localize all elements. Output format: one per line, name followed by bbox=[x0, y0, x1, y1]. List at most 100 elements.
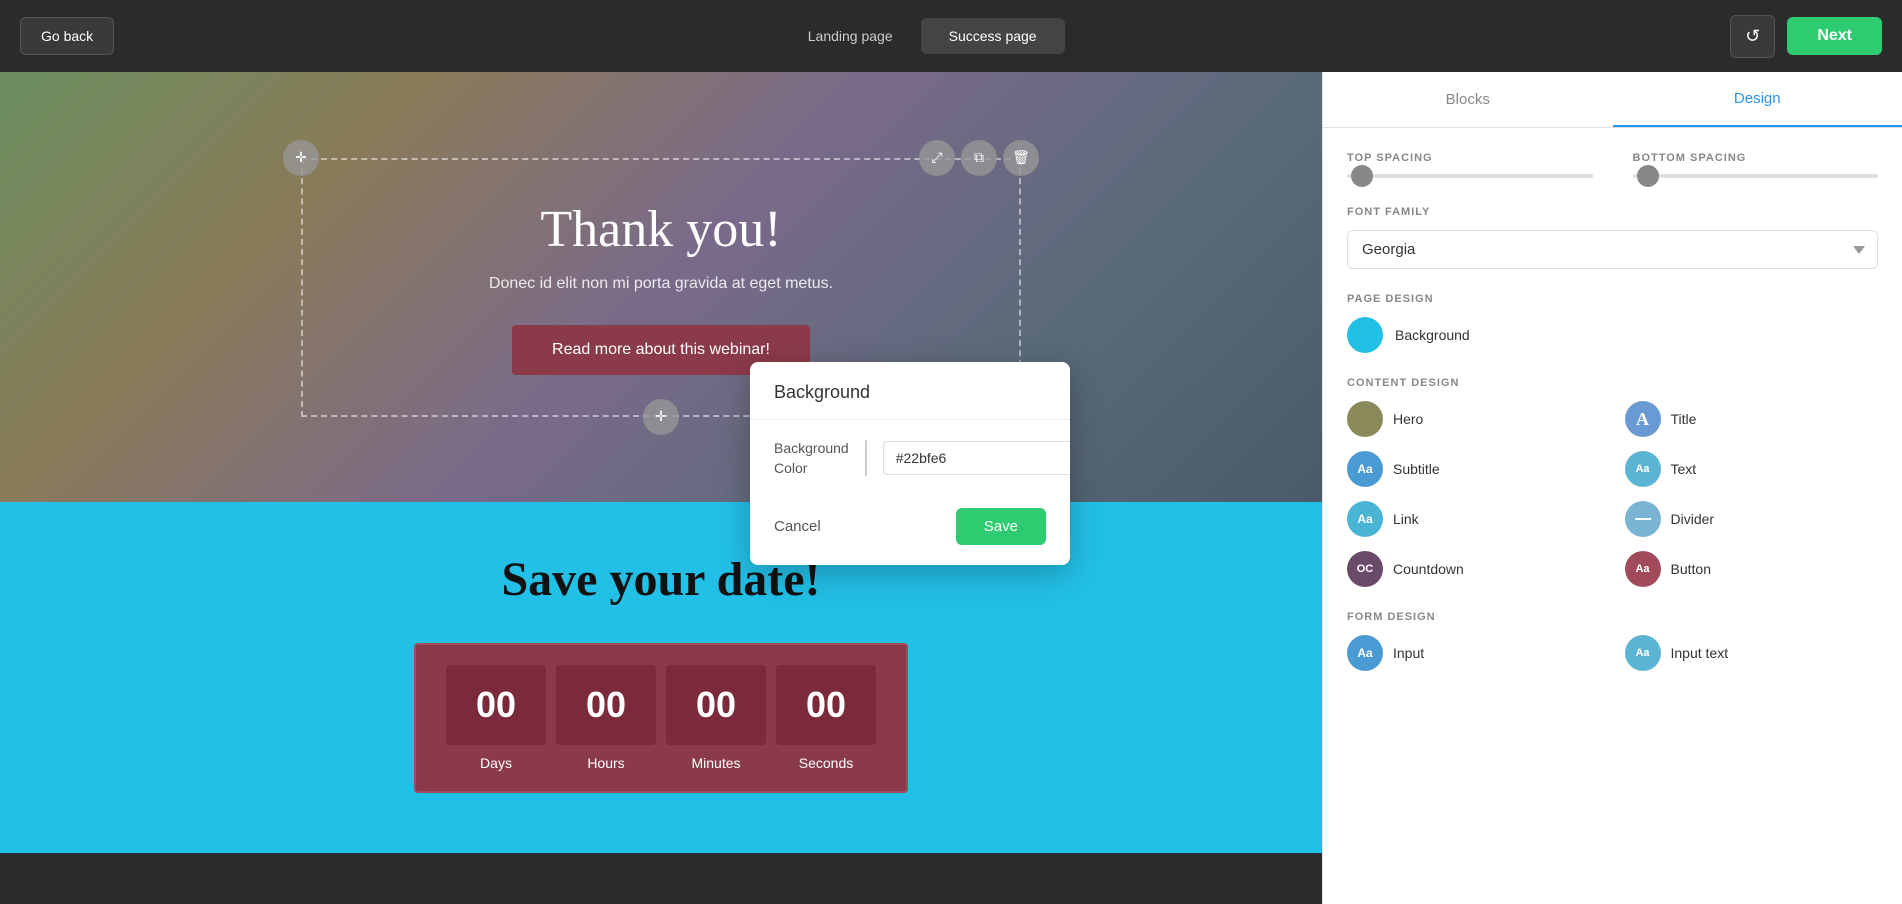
text-design-avatar: Aa bbox=[1625, 451, 1661, 487]
next-button[interactable]: Next bbox=[1787, 17, 1882, 55]
content-design-grid: Hero A Title Aa Subtitle Aa Text Aa Link bbox=[1347, 401, 1878, 587]
form-design-section-label: FORM DESIGN bbox=[1347, 611, 1878, 623]
countdown-days-label: Days bbox=[480, 755, 512, 771]
countdown-section: Save your date! 00 Days 00 Hours 00 Minu… bbox=[0, 502, 1322, 853]
move-block-button[interactable]: ✛ bbox=[283, 140, 319, 176]
design-item-divider[interactable]: Divider bbox=[1625, 501, 1879, 537]
top-spacing-label: TOP SPACING bbox=[1347, 152, 1593, 164]
add-block-bottom-button[interactable]: ✛ bbox=[643, 399, 679, 435]
background-popup: Background Background Color Cancel Save bbox=[750, 362, 1070, 565]
success-page-tab[interactable]: Success page bbox=[921, 18, 1065, 54]
hero-title: Thank you! bbox=[363, 200, 959, 259]
design-item-subtitle[interactable]: Aa Subtitle bbox=[1347, 451, 1601, 487]
design-item-hero[interactable]: Hero bbox=[1347, 401, 1601, 437]
design-item-link[interactable]: Aa Link bbox=[1347, 501, 1601, 537]
canvas-area[interactable]: ✛ ⤢ ⧉ 🗑 ✛ Thank you! Donec id elit non m… bbox=[0, 72, 1322, 904]
bg-cancel-button[interactable]: Cancel bbox=[774, 518, 821, 535]
tab-design[interactable]: Design bbox=[1613, 72, 1902, 127]
bg-popup-footer: Cancel Save bbox=[750, 496, 1070, 565]
countdown-unit-hours: 00 Hours bbox=[556, 665, 656, 771]
link-design-avatar: Aa bbox=[1347, 501, 1383, 537]
countdown-seconds-label: Seconds bbox=[799, 755, 853, 771]
canvas-scroll: ✛ ⤢ ⧉ 🗑 ✛ Thank you! Donec id elit non m… bbox=[0, 72, 1322, 853]
design-item-button[interactable]: Aa Button bbox=[1625, 551, 1879, 587]
design-item-input-text[interactable]: Aa Input text bbox=[1625, 635, 1879, 671]
page-design-section-label: PAGE DESIGN bbox=[1347, 293, 1878, 305]
countdown-widget: 00 Days 00 Hours 00 Minutes 00 Seconds bbox=[414, 643, 908, 793]
bg-color-label2: Color bbox=[774, 460, 807, 476]
divider-design-avatar bbox=[1625, 501, 1661, 537]
input-text-design-label: Input text bbox=[1671, 645, 1729, 661]
top-bar-left: Go back bbox=[20, 17, 114, 55]
hero-subtitle: Donec id elit non mi porta gravida at eg… bbox=[363, 275, 959, 293]
divider-design-label: Divider bbox=[1671, 511, 1715, 527]
subtitle-design-label: Subtitle bbox=[1393, 461, 1440, 477]
countdown-unit-days: 00 Days bbox=[446, 665, 546, 771]
bg-popup-title: Background bbox=[750, 362, 1070, 420]
countdown-hours-label: Hours bbox=[587, 755, 624, 771]
countdown-hours-value: 00 bbox=[556, 665, 656, 745]
design-item-text[interactable]: Aa Text bbox=[1625, 451, 1879, 487]
block-controls-bottom: ✛ bbox=[643, 399, 679, 435]
countdown-unit-seconds: 00 Seconds bbox=[776, 665, 876, 771]
resize-block-button[interactable]: ⤢ bbox=[919, 140, 955, 176]
bg-popup-body: Background Color bbox=[750, 420, 1070, 496]
hero-design-label: Hero bbox=[1393, 411, 1423, 427]
landing-page-tab[interactable]: Landing page bbox=[780, 18, 921, 54]
color-swatch[interactable] bbox=[865, 440, 867, 476]
bottom-spacing-item: BOTTOM SPACING bbox=[1633, 152, 1879, 178]
bottom-spacing-label: BOTTOM SPACING bbox=[1633, 152, 1879, 164]
block-controls-top: ✛ bbox=[283, 140, 319, 176]
top-spacing-slider-thumb[interactable] bbox=[1351, 165, 1373, 187]
top-bar-right: ↺ Next bbox=[1730, 15, 1882, 58]
top-bar: Go back Landing page Success page ↺ Next bbox=[0, 0, 1902, 72]
title-design-label: Title bbox=[1671, 411, 1697, 427]
link-design-label: Link bbox=[1393, 511, 1419, 527]
go-back-button[interactable]: Go back bbox=[20, 17, 114, 55]
spacing-row: TOP SPACING BOTTOM SPACING bbox=[1347, 152, 1878, 178]
panel-tabs: Blocks Design bbox=[1323, 72, 1902, 128]
hero-section: ✛ ⤢ ⧉ 🗑 ✛ Thank you! Donec id elit non m… bbox=[0, 72, 1322, 502]
page-design-row: Background bbox=[1347, 317, 1878, 353]
form-design-grid: Aa Input Aa Input text bbox=[1347, 635, 1878, 671]
input-text-design-avatar: Aa bbox=[1625, 635, 1661, 671]
bottom-spacing-slider-thumb[interactable] bbox=[1637, 165, 1659, 187]
bg-save-button[interactable]: Save bbox=[956, 508, 1046, 545]
content-design-section-label: CONTENT DESIGN bbox=[1347, 377, 1878, 389]
hero-design-avatar bbox=[1347, 401, 1383, 437]
main-area: ✛ ⤢ ⧉ 🗑 ✛ Thank you! Donec id elit non m… bbox=[0, 72, 1902, 904]
background-design-label: Background bbox=[1395, 327, 1470, 343]
input-design-label: Input bbox=[1393, 645, 1424, 661]
countdown-minutes-value: 00 bbox=[666, 665, 766, 745]
countdown-unit-minutes: 00 Minutes bbox=[666, 665, 766, 771]
button-design-label: Button bbox=[1671, 561, 1711, 577]
top-spacing-item: TOP SPACING bbox=[1347, 152, 1593, 178]
button-design-avatar: Aa bbox=[1625, 551, 1661, 587]
delete-block-button[interactable]: 🗑 bbox=[1003, 140, 1039, 176]
top-bar-center: Landing page Success page bbox=[780, 18, 1065, 54]
countdown-design-label: Countdown bbox=[1393, 561, 1464, 577]
design-item-countdown[interactable]: OC Countdown bbox=[1347, 551, 1601, 587]
duplicate-block-button[interactable]: ⧉ bbox=[961, 140, 997, 176]
input-design-avatar: Aa bbox=[1347, 635, 1383, 671]
background-design-avatar[interactable] bbox=[1347, 317, 1383, 353]
countdown-minutes-label: Minutes bbox=[691, 755, 740, 771]
bg-color-label: Background bbox=[774, 440, 849, 456]
subtitle-design-avatar: Aa bbox=[1347, 451, 1383, 487]
bottom-spacing-slider-track bbox=[1633, 174, 1879, 178]
countdown-design-avatar: OC bbox=[1347, 551, 1383, 587]
design-item-title[interactable]: A Title bbox=[1625, 401, 1879, 437]
history-button[interactable]: ↺ bbox=[1730, 15, 1775, 58]
font-family-section-label: FONT FAMILY bbox=[1347, 206, 1878, 218]
block-controls-tr: ⤢ ⧉ 🗑 bbox=[919, 140, 1039, 176]
countdown-seconds-value: 00 bbox=[776, 665, 876, 745]
title-design-avatar: A bbox=[1625, 401, 1661, 437]
font-family-select[interactable]: Georgia bbox=[1347, 230, 1878, 269]
countdown-days-value: 00 bbox=[446, 665, 546, 745]
right-panel: Blocks Design TOP SPACING BOTTOM SPACING bbox=[1322, 72, 1902, 904]
divider-line-icon bbox=[1635, 518, 1651, 520]
color-value-input[interactable] bbox=[883, 441, 1070, 475]
design-item-input[interactable]: Aa Input bbox=[1347, 635, 1601, 671]
top-spacing-slider-track bbox=[1347, 174, 1593, 178]
tab-blocks[interactable]: Blocks bbox=[1323, 72, 1613, 127]
